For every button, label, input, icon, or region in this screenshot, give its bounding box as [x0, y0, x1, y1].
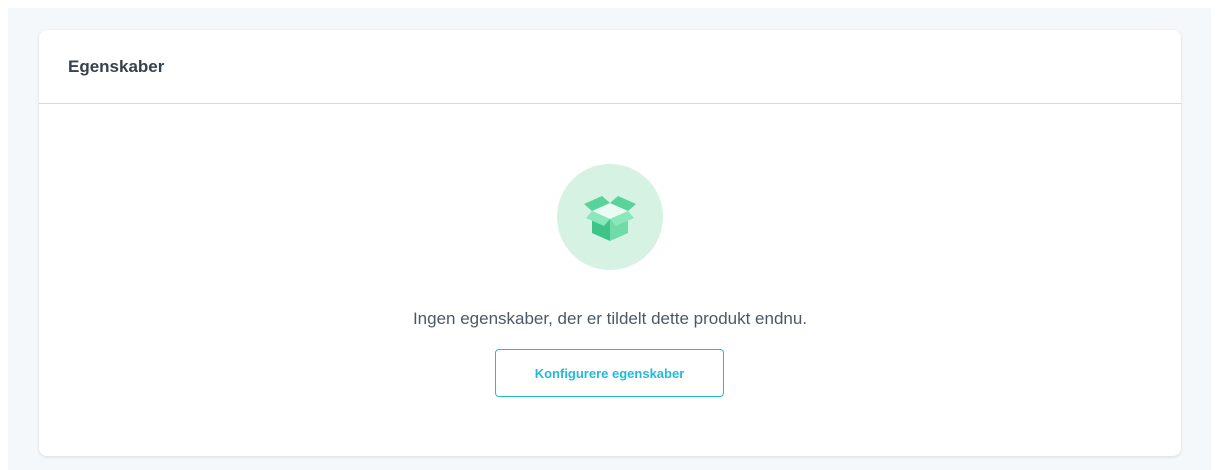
empty-state-illustration [557, 164, 663, 270]
empty-state-message: Ingen egenskaber, der er tildelt dette p… [412, 309, 808, 328]
attributes-card: Egenskaber Ingen egenskaber, der er tild [39, 30, 1181, 456]
card-title: Egenskaber [68, 56, 165, 76]
card-body: Ingen egenskaber, der er tildelt dette p… [39, 104, 1181, 455]
configure-attributes-button[interactable]: Konfigurere egenskaber [495, 349, 724, 397]
card-header: Egenskaber [39, 30, 1181, 104]
open-box-icon [584, 196, 636, 241]
